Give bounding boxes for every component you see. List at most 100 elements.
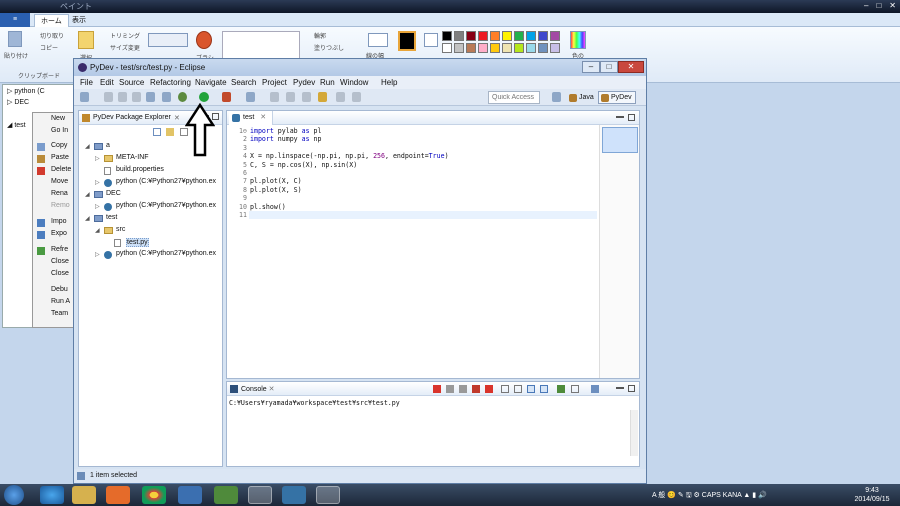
- open-console-icon[interactable]: [591, 385, 599, 393]
- tree-item[interactable]: python (C:¥Python27¥python.ex: [116, 178, 216, 185]
- run-icon[interactable]: [199, 92, 209, 102]
- color-swatch[interactable]: [466, 31, 476, 41]
- bg-tree-row[interactable]: ▷ DEC: [7, 98, 29, 106]
- chrome-icon[interactable]: [142, 486, 166, 504]
- app-icon[interactable]: [214, 486, 238, 504]
- color-swatch[interactable]: [442, 43, 452, 53]
- stop-icon[interactable]: [485, 385, 493, 393]
- close-button[interactable]: ✕: [618, 61, 644, 73]
- mark-icon[interactable]: [286, 92, 295, 102]
- shapes-gallery-icon[interactable]: [222, 31, 300, 59]
- tree-item[interactable]: META-INF: [116, 154, 149, 161]
- menu-refactoring[interactable]: Refactoring: [150, 78, 191, 87]
- console-maximize-icon[interactable]: [628, 385, 635, 392]
- internet-explorer-icon[interactable]: [40, 486, 64, 504]
- scroll-lock-icon[interactable]: [501, 385, 509, 393]
- code-line[interactable]: C, S = np.cos(X), np.sin(X): [250, 161, 357, 169]
- remove-all-icon[interactable]: [459, 385, 467, 393]
- save-icon[interactable]: [104, 92, 113, 102]
- open-type-icon[interactable]: [146, 92, 155, 102]
- color-swatch[interactable]: [514, 31, 524, 41]
- paint-close-button[interactable]: ✕: [889, 1, 896, 10]
- resize-label[interactable]: サイズ変更: [110, 43, 140, 52]
- minimap-viewport[interactable]: [602, 127, 638, 153]
- color-swatch[interactable]: [490, 43, 500, 53]
- console-minimize-icon[interactable]: [616, 387, 624, 389]
- expand-arrow-icon[interactable]: ▷: [95, 155, 100, 162]
- package-explorer-close-icon[interactable]: ✕: [174, 114, 180, 122]
- code-line[interactable]: import numpy as np: [250, 135, 322, 143]
- edit-colors-icon[interactable]: [570, 31, 586, 49]
- menu-pydev[interactable]: Pydev: [293, 78, 315, 87]
- context-menu-item[interactable]: Go In: [51, 127, 68, 134]
- quick-access-input[interactable]: [488, 91, 540, 104]
- crop-label[interactable]: トリミング: [110, 31, 140, 40]
- last-edit-icon[interactable]: [318, 92, 327, 102]
- pin-console-icon[interactable]: [557, 385, 565, 393]
- line-width-icon[interactable]: [368, 33, 388, 47]
- expand-arrow-icon[interactable]: ▷: [95, 251, 100, 258]
- collapse-arrow-icon[interactable]: ◢: [85, 191, 90, 198]
- paint-file-menu-button[interactable]: ≡: [0, 13, 30, 27]
- color-swatch[interactable]: [490, 31, 500, 41]
- context-menu-item[interactable]: Move: [51, 178, 68, 185]
- brush-icon[interactable]: [196, 31, 212, 49]
- tree-item[interactable]: python (C:¥Python27¥python.ex: [116, 250, 216, 257]
- show-stdout-icon[interactable]: [527, 385, 535, 393]
- tree-item[interactable]: a: [106, 142, 110, 149]
- show-stderr-icon[interactable]: [540, 385, 548, 393]
- color-swatch[interactable]: [478, 31, 488, 41]
- link-editor-icon[interactable]: [166, 128, 174, 136]
- context-menu-item[interactable]: Debu: [51, 286, 68, 293]
- display-console-icon[interactable]: [571, 385, 579, 393]
- debug-icon[interactable]: [178, 92, 187, 102]
- menu-source[interactable]: Source: [119, 78, 144, 87]
- context-menu-item[interactable]: Impo: [51, 218, 67, 225]
- toggle-icon[interactable]: [270, 92, 279, 102]
- minimize-button[interactable]: –: [582, 61, 600, 73]
- open-file-icon[interactable]: [246, 92, 255, 102]
- fill-label[interactable]: 塗りつぶし: [314, 43, 344, 52]
- tree-item[interactable]: build.properties: [116, 166, 164, 173]
- collapse-arrow-icon[interactable]: ◢: [85, 143, 90, 150]
- code-line[interactable]: pl.show(): [250, 203, 286, 211]
- eclipse-taskbar-icon[interactable]: [248, 486, 272, 504]
- file-explorer-icon[interactable]: [72, 486, 96, 504]
- context-menu-item[interactable]: Team: [51, 310, 68, 317]
- context-menu-item[interactable]: Expo: [51, 230, 67, 237]
- open-perspective-icon[interactable]: [552, 92, 561, 102]
- tree-item[interactable]: python (C:¥Python27¥python.ex: [116, 202, 216, 209]
- color-swatch[interactable]: [454, 31, 464, 41]
- color-swatch[interactable]: [502, 43, 512, 53]
- clear-console-icon[interactable]: [472, 385, 480, 393]
- context-menu-item[interactable]: Paste: [51, 154, 69, 161]
- menu-window[interactable]: Window: [340, 78, 368, 87]
- menu-run[interactable]: Run: [320, 78, 335, 87]
- paint-tab-view[interactable]: 表示: [66, 14, 92, 27]
- expand-arrow-icon[interactable]: ▷: [95, 179, 100, 186]
- collapse-all-icon[interactable]: [153, 128, 161, 136]
- tree-item[interactable]: DEC: [106, 190, 121, 197]
- color-swatch[interactable]: [442, 31, 452, 41]
- context-menu-item[interactable]: Close: [51, 258, 69, 265]
- color-swatch[interactable]: [502, 31, 512, 41]
- menu-edit[interactable]: Edit: [100, 78, 114, 87]
- system-tray[interactable]: A 般 😊 ✎ 🖫 ⚙ CAPS KANA ▲ ▮ 🔊: [652, 490, 767, 502]
- editor-maximize-icon[interactable]: [628, 114, 635, 121]
- python-taskbar-icon[interactable]: [282, 486, 306, 504]
- color2-icon[interactable]: [424, 33, 438, 47]
- context-menu-item[interactable]: Remo: [51, 202, 70, 209]
- remove-launch-icon[interactable]: [446, 385, 454, 393]
- code-area[interactable]: 1⊖ import pylab as pl 2 import numpy as np 3…: [227, 125, 599, 378]
- next-annotation-icon[interactable]: [302, 92, 311, 102]
- paint-maximize-button[interactable]: □: [876, 1, 881, 10]
- terminate-icon[interactable]: [433, 385, 441, 393]
- context-menu-item[interactable]: Run A: [51, 298, 70, 305]
- pydev-icon[interactable]: [162, 92, 171, 102]
- word-wrap-icon[interactable]: [514, 385, 522, 393]
- bg-tree-row[interactable]: ◢ test: [7, 121, 26, 129]
- maximize-button[interactable]: □: [600, 61, 618, 73]
- minimap-overview[interactable]: [599, 125, 639, 378]
- context-menu-item[interactable]: Copy: [51, 142, 67, 149]
- editor-minimize-icon[interactable]: [616, 116, 624, 118]
